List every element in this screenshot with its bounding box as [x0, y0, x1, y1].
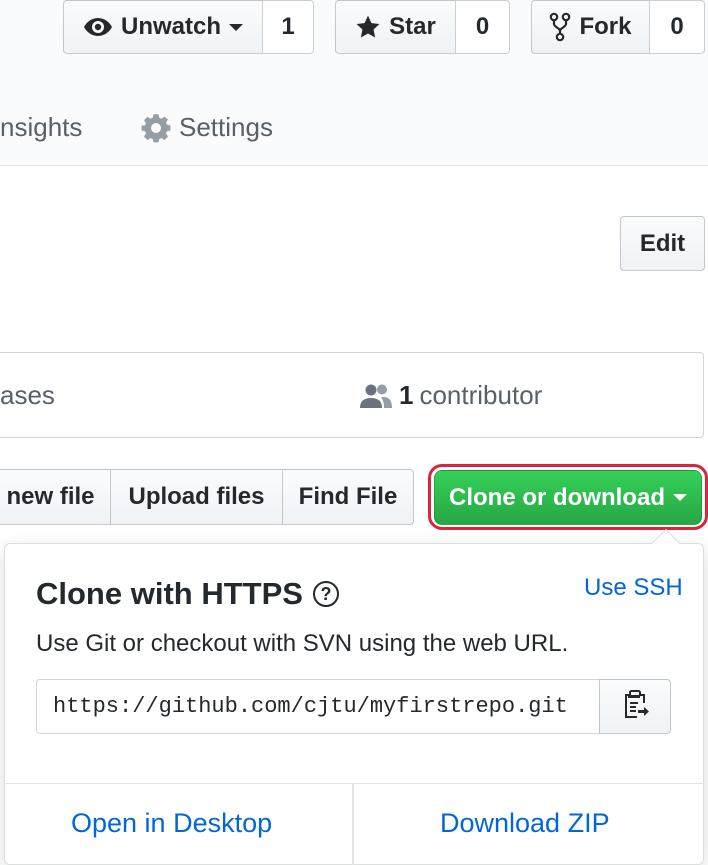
clone-description: Use Git or checkout with SVN using the w…	[36, 630, 569, 657]
stargazers-count[interactable]: 0	[455, 0, 510, 54]
releases-link[interactable]: ases	[0, 380, 55, 411]
tab-insights-label: nsights	[0, 112, 83, 142]
clone-label: Clone or download	[449, 483, 665, 511]
clone-or-download-button[interactable]: Clone or download	[434, 470, 702, 525]
clipboard-icon	[621, 688, 649, 725]
create-new-file-button[interactable]: new file	[0, 469, 111, 525]
tab-insights[interactable]: nsights	[0, 112, 82, 143]
fork-label: Fork	[579, 13, 632, 40]
repo-summary	[0, 352, 704, 438]
tab-settings-label: Settings	[179, 112, 273, 142]
unwatch-button[interactable]: Unwatch	[63, 0, 263, 54]
download-zip-button[interactable]: Download ZIP	[440, 808, 610, 839]
help-icon[interactable]: ?	[312, 581, 339, 607]
use-ssh-link[interactable]: Use SSH	[584, 574, 683, 602]
contributors-label: contributor	[419, 380, 543, 410]
star-icon	[355, 14, 381, 40]
releases-label: ases	[0, 380, 55, 410]
footer-divider	[352, 784, 354, 865]
contributors-link[interactable]: 1 contributor	[359, 380, 542, 411]
copy-to-clipboard-button[interactable]	[599, 679, 671, 734]
fork-button[interactable]: Fork	[531, 0, 650, 54]
tab-settings[interactable]: Settings	[141, 112, 273, 143]
chevron-down-icon	[673, 494, 687, 501]
find-file-button[interactable]: Find File	[282, 469, 414, 525]
gear-icon	[141, 113, 171, 143]
edit-button[interactable]: Edit	[620, 216, 705, 271]
contributors-count: 1	[399, 380, 414, 410]
clone-url-input[interactable]: https://github.com/cjtu/myfirstrepo.git	[36, 679, 601, 734]
clone-title-text: Clone with HTTPS	[36, 576, 303, 611]
fork-icon	[549, 12, 571, 42]
star-button[interactable]: Star	[335, 0, 456, 54]
chevron-down-icon	[229, 23, 243, 31]
open-in-desktop-button[interactable]: Open in Desktop	[71, 808, 272, 839]
unwatch-label: Unwatch	[120, 13, 221, 40]
eye-icon	[83, 17, 113, 37]
forks-count[interactable]: 0	[649, 0, 705, 54]
people-icon	[359, 383, 393, 409]
star-label: Star	[389, 13, 436, 40]
watchers-count[interactable]: 1	[262, 0, 314, 54]
upload-files-button[interactable]: Upload files	[110, 469, 283, 525]
clone-title: Clone with HTTPS ?	[36, 576, 339, 612]
